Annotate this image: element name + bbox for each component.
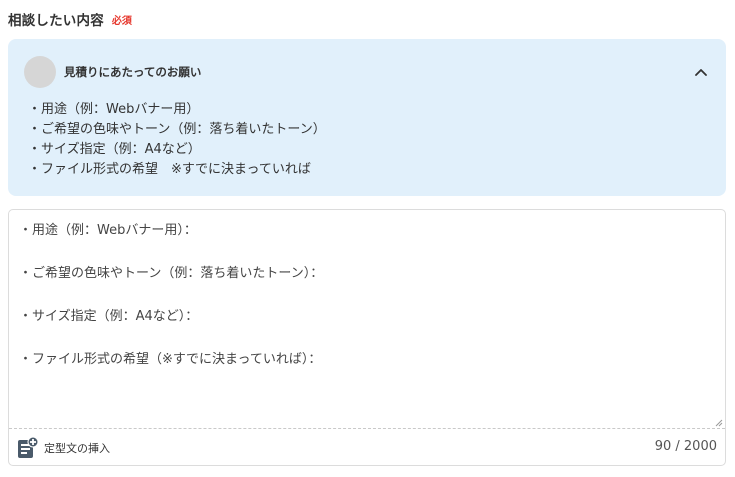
required-badge: 必須 <box>111 15 132 27</box>
resize-handle-icon[interactable] <box>713 417 723 427</box>
guide-list-item: ・ファイル形式の希望 ※すでに決まっていれば <box>28 162 311 177</box>
guide-list-item: ・サイズ指定（例：A4など） <box>28 142 201 157</box>
guide-title: 見積りにあたってのお願い <box>64 65 202 79</box>
avatar <box>24 56 56 88</box>
consultation-textarea[interactable]: ・用途（例：Webバナー用）： ・ご希望の色味やトーン（例：落ち着いたトーン）：… <box>8 209 726 466</box>
textarea-line[interactable]: ・用途（例：Webバナー用）： <box>19 220 711 242</box>
textarea-line[interactable] <box>19 285 711 307</box>
textarea-line[interactable] <box>19 371 711 393</box>
guide-list-item: ・ご希望の色味やトーン（例：落ち着いたトーン） <box>28 122 326 137</box>
insert-template-button[interactable]: 定型文の挿入 <box>15 436 110 460</box>
textarea-line[interactable] <box>19 328 711 350</box>
field-label: 相談したい内容 <box>8 13 104 29</box>
collapse-toggle-button[interactable] <box>686 57 716 87</box>
textarea-line[interactable]: ・ご希望の色味やトーン（例：落ち着いたトーン）： <box>19 263 711 285</box>
editor-footer: 定型文の挿入 90 / 2000 <box>9 429 725 465</box>
textarea-line[interactable] <box>19 242 711 264</box>
guide-card: 見積りにあたってのお願い ・用途（例：Webバナー用） ・ご希望の色味やトーン（… <box>8 39 726 196</box>
character-counter: 90 / 2000 <box>654 439 717 454</box>
chevron-up-icon <box>695 69 707 76</box>
textarea-line[interactable]: ・サイズ指定（例：A4など）： <box>19 306 711 328</box>
textarea-content[interactable]: ・用途（例：Webバナー用）： ・ご希望の色味やトーン（例：落ち着いたトーン）：… <box>19 220 711 414</box>
field-header: 相談したい内容 必須 <box>8 8 132 30</box>
textarea-line[interactable]: ・ファイル形式の希望（※すでに決まっていれば）： <box>19 349 711 371</box>
document-add-icon <box>18 436 39 458</box>
insert-template-label: 定型文の挿入 <box>44 442 110 455</box>
guide-list: ・用途（例：Webバナー用） ・ご希望の色味やトーン（例：落ち着いたトーン） ・… <box>28 100 326 180</box>
textarea-line[interactable] <box>19 392 711 414</box>
guide-list-item: ・用途（例：Webバナー用） <box>28 102 200 117</box>
